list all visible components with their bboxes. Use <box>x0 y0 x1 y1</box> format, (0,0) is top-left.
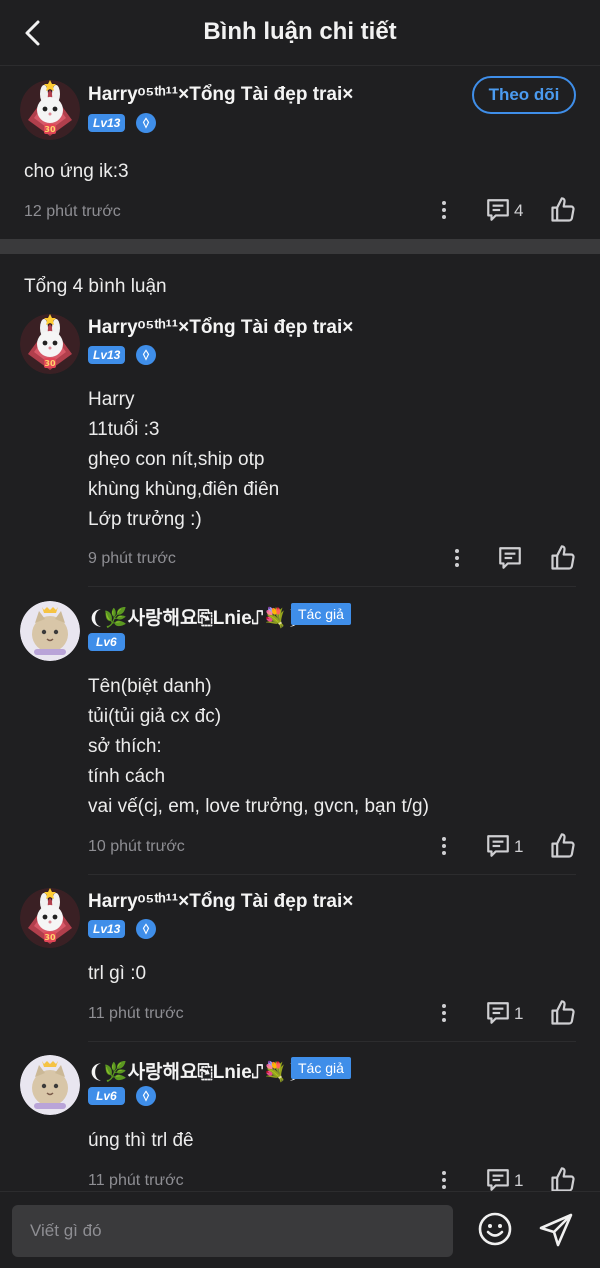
page-title: Bình luận chi tiết <box>203 18 397 45</box>
reply-icon[interactable] <box>485 197 511 223</box>
comment-line: ghẹo con nít,ship otp <box>88 449 265 470</box>
comment-author-name[interactable]: ❨🌿사랑해요⎘Lnie⑀💐❩ <box>88 603 303 630</box>
avatar[interactable] <box>20 314 80 374</box>
level-badge: Lv13 <box>88 920 126 938</box>
reply-count: 4 <box>514 201 524 220</box>
reply-count: 1 <box>514 1004 524 1023</box>
level-badge: Lv13 <box>88 346 126 364</box>
comment-line: vai vế(cj, em, love trưởng, gvcn, bạn t/… <box>88 796 429 817</box>
comment-line: trl gì :0 <box>88 963 147 984</box>
reply-icon[interactable] <box>485 833 511 859</box>
more-icon[interactable] <box>432 1168 456 1192</box>
author-tag: Tác giả <box>291 1057 351 1079</box>
comment-author-name[interactable]: Harryᵒ⁵ᵗʰ¹¹×Tổng Tài đẹp trai× <box>88 891 353 913</box>
verified-icon <box>136 345 156 365</box>
comment-separator <box>88 1041 576 1042</box>
comment-line: tính cách <box>88 766 166 787</box>
reply-icon[interactable] <box>497 545 523 571</box>
comment-line: úng thì trl đê <box>88 1130 194 1151</box>
post-author-name[interactable]: Harryᵒ⁵ᵗʰ¹¹×Tổng Tài đẹp trai× <box>88 84 353 106</box>
like-icon[interactable] <box>549 196 577 224</box>
like-icon[interactable] <box>549 1166 577 1194</box>
reply-count: 1 <box>514 837 524 856</box>
like-icon[interactable] <box>549 544 577 572</box>
like-icon[interactable] <box>549 999 577 1027</box>
like-icon[interactable] <box>549 832 577 860</box>
reply-icon[interactable] <box>485 1000 511 1026</box>
more-icon[interactable] <box>432 198 456 222</box>
author-tag: Tác giả <box>291 603 351 625</box>
comment-input[interactable] <box>12 1205 453 1257</box>
comment-line: khùng khùng,điên điên <box>88 479 280 500</box>
reply-count: 1 <box>514 1171 524 1190</box>
comment-separator <box>88 874 576 875</box>
avatar[interactable] <box>20 80 80 140</box>
follow-button[interactable]: Theo dõi <box>472 76 576 114</box>
comment-time: 9 phút trước <box>88 550 176 567</box>
comment-line: Lớp trưởng :) <box>88 509 202 530</box>
comment-author-name[interactable]: ❨🌿사랑해요⎘Lnie⑀💐❩ <box>88 1057 303 1084</box>
comment-line: 11tuổi :3 <box>88 419 160 440</box>
comments-count-title: Tổng 4 bình luận <box>24 276 167 297</box>
top-bar: Bình luận chi tiết <box>0 0 600 66</box>
comment-line: sở thích: <box>88 736 162 757</box>
verified-icon <box>136 919 156 939</box>
avatar[interactable] <box>20 1055 80 1115</box>
comment-time: 10 phút trước <box>88 838 185 855</box>
post-time: 12 phút trước <box>24 203 121 220</box>
section-divider <box>0 239 600 254</box>
comment-line: tủi(tủi giả cx đc) <box>88 706 222 727</box>
level-badge: Lv6 <box>88 1087 125 1105</box>
comment-time: 11 phút trước <box>88 1005 184 1022</box>
level-badge: Lv13 <box>88 114 126 132</box>
more-icon[interactable] <box>432 1001 456 1025</box>
send-icon[interactable] <box>536 1210 576 1250</box>
comment-time: 11 phút trước <box>88 1172 184 1189</box>
comment-input-bar <box>0 1191 600 1268</box>
emoji-icon[interactable] <box>476 1210 514 1248</box>
post-content: cho ứng ik:3 <box>24 161 129 182</box>
level-badge: Lv6 <box>88 633 125 651</box>
more-icon[interactable] <box>432 834 456 858</box>
avatar[interactable] <box>20 601 80 661</box>
comment-separator <box>88 586 576 587</box>
more-icon[interactable] <box>445 546 469 570</box>
verified-icon <box>136 113 156 133</box>
comment-line: Tên(biệt danh) <box>88 676 212 697</box>
verified-icon <box>136 1086 156 1106</box>
comment-input-container <box>12 1205 453 1257</box>
avatar[interactable] <box>20 888 80 948</box>
reply-icon[interactable] <box>485 1167 511 1193</box>
comment-author-name[interactable]: Harryᵒ⁵ᵗʰ¹¹×Tổng Tài đẹp trai× <box>88 317 353 339</box>
comment-line: Harry <box>88 389 135 410</box>
